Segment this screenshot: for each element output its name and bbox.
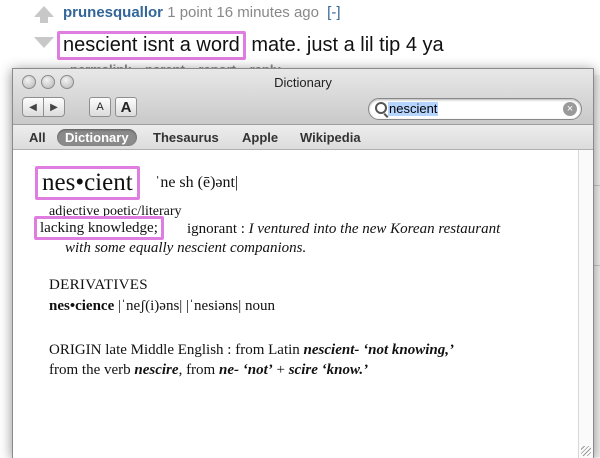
headword: nes•cient: [42, 169, 133, 196]
font-size-controls: A A: [89, 97, 141, 117]
derivative-word: nes•cience: [49, 298, 115, 314]
history-nav: ◀ ▶: [22, 97, 65, 117]
pronunciation: ˈne sh (ē)ənt|: [155, 174, 239, 191]
downvote-arrow-icon[interactable]: [34, 37, 54, 48]
origin-plus: +: [276, 362, 285, 378]
upvote-arrow-icon[interactable]: [34, 6, 54, 17]
back-arrow-icon: ◀: [29, 101, 37, 113]
scrollbar[interactable]: [578, 150, 593, 458]
origin-text-2: from the verb: [49, 362, 131, 378]
origin-verb: nescire: [134, 362, 179, 378]
derivative-pronunciation: |ˈneʃ(i)əns| |ˈnesiəns| noun: [117, 298, 275, 314]
origin-prefix-gloss: ‘not’: [242, 362, 273, 378]
origin-text-3: , from: [178, 362, 216, 378]
definition-text-highlight: lacking knowledge;: [40, 220, 158, 236]
example-sentence-continued: with some equally nescient companions.: [65, 240, 307, 256]
origin-text: ORIGIN late Middle English : from Latin: [49, 342, 300, 358]
comment-points: 1 point: [167, 4, 213, 21]
origin-prefix: ne-: [218, 362, 239, 378]
forward-button[interactable]: ▶: [44, 97, 65, 117]
origin-root-gloss: ‘know.’: [321, 362, 369, 378]
vote-arrows: [34, 6, 56, 48]
definition-highlight: lacking knowledge;: [34, 216, 164, 240]
definition-text: ignorant : I ventured into the new Korea…: [187, 221, 500, 238]
origin-gloss: ‘not knowing,’: [363, 342, 454, 358]
comment-tagline: prunesquallor 1 point 16 minutes ago [-]: [63, 4, 341, 21]
tab-dictionary[interactable]: Dictionary: [57, 129, 137, 146]
forward-arrow-icon: ▶: [50, 101, 58, 113]
resize-grip-icon[interactable]: [581, 446, 591, 456]
search-input-value[interactable]: nescient: [388, 102, 439, 116]
definition-rest: ignorant :: [187, 221, 245, 237]
search-icon: [375, 102, 387, 114]
tab-all[interactable]: All: [21, 129, 54, 146]
source-tabs: All Dictionary Thesaurus Apple Wikipedia: [13, 125, 593, 150]
dictionary-window: Dictionary ◀ ▶ A A nescient × All Dictio…: [12, 68, 594, 458]
reddit-comment: prunesquallor 1 point 16 minutes ago [-]…: [0, 0, 600, 77]
smaller-font-button[interactable]: A: [89, 97, 111, 117]
back-button[interactable]: ◀: [22, 97, 44, 117]
derivative-entry: nes•cience |ˈneʃ(i)əns| |ˈnesiəns| noun: [49, 298, 275, 315]
comment-author[interactable]: prunesquallor: [63, 4, 163, 21]
collapse-toggle[interactable]: [-]: [327, 4, 340, 21]
window-titlebar: Dictionary ◀ ▶ A A nescient ×: [13, 69, 593, 125]
origin-section: ORIGIN late Middle English : from Latin …: [49, 340, 454, 380]
window-title: Dictionary: [274, 75, 332, 90]
definition-pane: nes•cient ˈne sh (ē)ənt| adjective poeti…: [13, 150, 593, 458]
headword-highlight: nes•cient: [35, 166, 140, 200]
clear-search-icon[interactable]: ×: [563, 102, 577, 116]
example-sentence: I ventured into the new Korean restauran…: [248, 221, 501, 237]
highlighted-comment-text: nescient isnt a word: [57, 31, 246, 60]
origin-root: scire: [288, 362, 318, 378]
origin-latin-word: nescient-: [303, 342, 360, 358]
tab-apple[interactable]: Apple: [234, 129, 286, 146]
tab-thesaurus[interactable]: Thesaurus: [145, 129, 227, 146]
search-field[interactable]: nescient ×: [368, 98, 582, 120]
derivatives-heading: DERIVATIVES: [49, 277, 148, 293]
comment-time: 16 minutes ago: [216, 4, 319, 21]
comment-body: nescient isnt a word mate. just a lil ti…: [57, 31, 444, 60]
larger-font-button[interactable]: A: [115, 97, 137, 117]
comment-text-rest: mate. just a lil tip 4 ya: [251, 34, 444, 56]
upvote-stem: [40, 17, 48, 23]
tab-wikipedia[interactable]: Wikipedia: [292, 129, 369, 146]
